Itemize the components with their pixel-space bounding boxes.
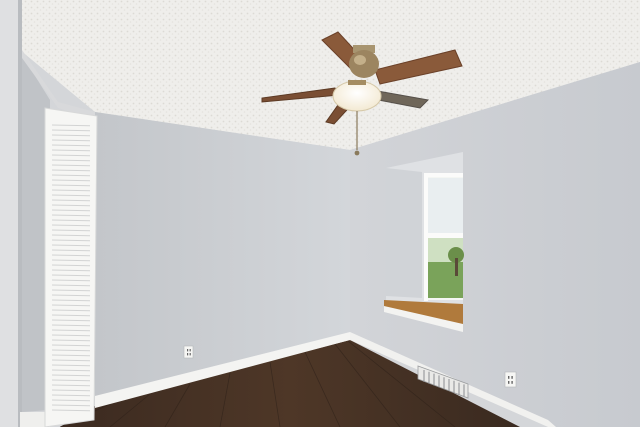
room-illustration — [0, 0, 640, 427]
electrical-outlet-icon[interactable] — [183, 345, 194, 359]
louvered-door-icon[interactable] — [44, 107, 98, 427]
electrical-outlet-icon[interactable] — [504, 371, 517, 388]
empty-bedroom-photo — [0, 0, 640, 427]
window-icon[interactable] — [384, 152, 464, 332]
